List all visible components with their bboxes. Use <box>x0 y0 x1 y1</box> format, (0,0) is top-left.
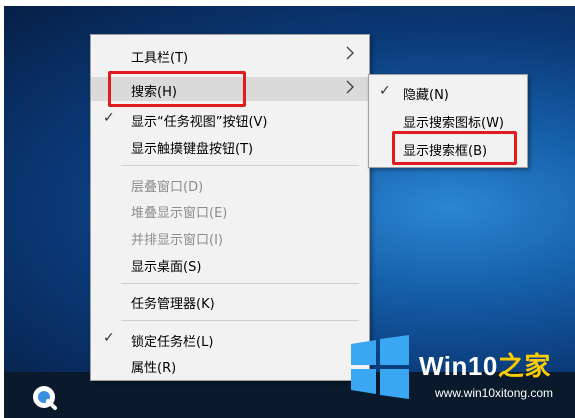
watermark-title-suffix: 之家 <box>497 351 551 381</box>
watermark-title-prefix: Win10 <box>419 351 498 381</box>
chevron-right-icon <box>346 46 354 60</box>
menu-item-toolbars[interactable]: 工具栏(T) <box>91 43 369 67</box>
menu-item-lock-taskbar[interactable]: ✓ 锁定任务栏(L) <box>91 327 369 351</box>
menu-item-label: 显示“任务视图”按钮(V) <box>131 115 268 130</box>
submenu-item-label: 显示搜索图标(W) <box>403 116 504 131</box>
submenu-item-show-search-icon[interactable]: 显示搜索图标(W) <box>369 107 527 133</box>
submenu-item-hidden[interactable]: ✓ 隐藏(N) <box>369 79 527 105</box>
cortana-icon[interactable] <box>30 383 58 411</box>
menu-item-task-manager[interactable]: 任务管理器(K) <box>91 289 369 313</box>
menu-item-label: 工具栏(T) <box>131 51 189 66</box>
menu-item-stack-windows: 堆叠显示窗口(E) <box>91 198 369 222</box>
menu-item-show-desktop[interactable]: 显示桌面(S) <box>91 252 369 276</box>
menu-separator <box>121 165 359 166</box>
submenu-item-label: 隐藏(N) <box>403 88 449 103</box>
menu-item-label: 堆叠显示窗口(E) <box>131 206 228 221</box>
menu-item-properties[interactable]: 属性(R) <box>91 353 369 377</box>
checkmark-icon: ✓ <box>379 83 391 99</box>
watermark-url: www.win10xitong.com <box>435 386 554 400</box>
checkmark-icon: ✓ <box>103 330 115 346</box>
menu-item-cascade-windows: 层叠窗口(D) <box>91 172 369 196</box>
menu-separator <box>121 320 359 321</box>
watermark-title: Win10之家 <box>419 346 551 383</box>
menu-item-label: 显示桌面(S) <box>131 260 202 275</box>
menu-item-label: 并排显示窗口(I) <box>131 233 223 248</box>
chevron-right-icon <box>346 80 354 94</box>
windows-logo-icon <box>351 335 409 399</box>
menu-item-show-task-view-button[interactable]: ✓ 显示“任务视图”按钮(V) <box>91 107 369 131</box>
checkmark-icon: ✓ <box>103 110 115 126</box>
watermark: Win10之家 www.win10xitong.com <box>335 330 575 418</box>
highlight-box-search <box>108 71 246 107</box>
highlight-box-show-search-box <box>392 131 517 165</box>
menu-item-label: 显示触摸键盘按钮(T) <box>131 142 254 157</box>
menu-separator <box>121 283 359 284</box>
menu-item-label: 属性(R) <box>131 361 177 376</box>
menu-item-label: 锁定任务栏(L) <box>131 335 214 350</box>
menu-item-show-touch-keyboard-button[interactable]: 显示触摸键盘按钮(T) <box>91 134 369 158</box>
menu-item-label: 任务管理器(K) <box>131 297 215 312</box>
menu-item-label: 层叠窗口(D) <box>131 180 204 195</box>
menu-item-side-by-side-windows: 并排显示窗口(I) <box>91 225 369 249</box>
